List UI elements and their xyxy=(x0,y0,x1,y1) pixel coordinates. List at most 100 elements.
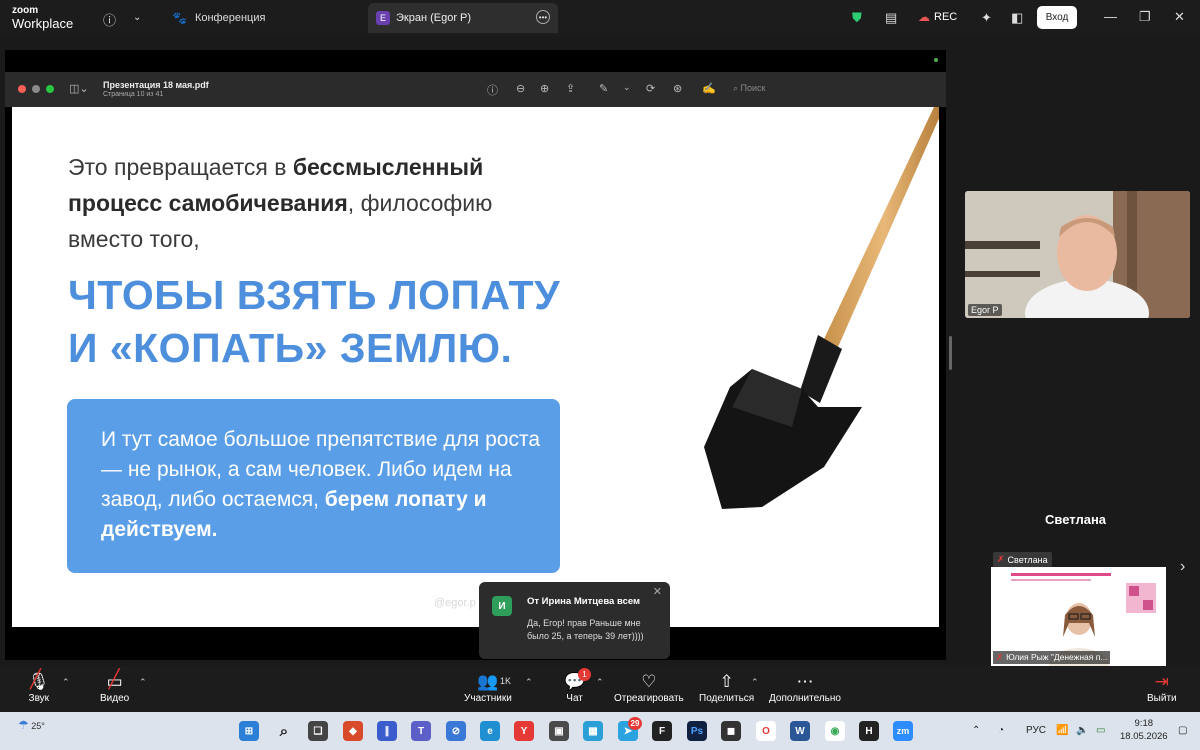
react-button[interactable]: ♡ Отреагировать xyxy=(614,671,684,704)
leave-icon: ⇥ xyxy=(1154,672,1169,691)
task-view-icon[interactable]: ❏ xyxy=(308,721,328,741)
teams-icon[interactable]: T xyxy=(411,721,431,741)
panel-resize-handle[interactable] xyxy=(949,336,952,370)
edge-icon[interactable]: e xyxy=(480,721,500,741)
opera-icon[interactable]: O xyxy=(756,721,776,741)
more-options-icon[interactable]: ••• xyxy=(536,10,550,24)
paw-icon: 🐾 xyxy=(172,11,187,25)
shield-icon[interactable]: ⛊ xyxy=(852,10,862,26)
participants-count: 1K xyxy=(500,676,512,686)
zoom-title-bar: zoom Workplace ⓘ ⌄ 🐾 Конференция E Экран… xyxy=(0,0,1200,36)
info-icon[interactable]: ⓘ xyxy=(103,10,116,29)
notifications-icon[interactable]: ▢ xyxy=(1178,725,1187,736)
rotate-icon[interactable]: ⟳ xyxy=(646,82,655,95)
close-notification-icon[interactable]: ✕ xyxy=(653,585,662,598)
video-tile-egor[interactable]: Egor P xyxy=(965,191,1190,318)
rec-indicator[interactable]: ☁ REC xyxy=(918,10,957,24)
tray-app-icon[interactable]: ◔ xyxy=(998,725,1004,736)
slide-intro-text: Это превращается в бессмысленный процесс… xyxy=(68,154,493,252)
cloud-record-icon: ☁ xyxy=(918,10,930,24)
pdf-search-field[interactable]: ⌕ Поиск xyxy=(733,83,766,94)
meeting-controls-bar xyxy=(0,666,1200,712)
ai-companion-icon[interactable]: ✦ xyxy=(981,10,992,26)
login-button[interactable]: Вход xyxy=(1037,6,1077,29)
window-zoom-dot[interactable] xyxy=(46,85,54,93)
next-page-chevron-icon[interactable]: › xyxy=(1180,558,1185,576)
mic-muted-icon: 🎙 ╱ xyxy=(28,669,50,691)
photoshop-icon[interactable]: Ps xyxy=(687,721,707,741)
chat-button[interactable]: 💬 1 Чат xyxy=(564,668,591,704)
chrome-icon[interactable]: ◉ xyxy=(825,721,845,741)
presentation-slide: Это превращается в бессмысленный процесс… xyxy=(12,107,939,627)
telegram-icon[interactable]: ➤ 29 xyxy=(618,717,642,741)
weather-icon: ☂ xyxy=(18,718,29,732)
pdf-title: Презентация 18 мая.pdf xyxy=(103,80,209,90)
chat-icon: 💬 1 xyxy=(564,668,591,693)
shovel-illustration xyxy=(704,107,939,509)
telegram-badge: 29 xyxy=(628,717,642,730)
slide-footer-handle: @egor.p xyxy=(434,597,476,609)
slide-headline: ЧТОБЫ ВЗЯТЬ ЛОПАТУ И «КОПАТЬ» ЗЕМЛЮ. xyxy=(68,272,561,371)
notes-icon[interactable]: ▤ xyxy=(885,10,897,26)
audio-options-caret[interactable]: ⌃ xyxy=(62,677,70,688)
leave-button[interactable]: ⇥ Выйти xyxy=(1147,671,1177,704)
chevron-down-icon[interactable]: ⌄ xyxy=(623,82,631,93)
tab-screen-share[interactable]: E Экран (Egor P) ••• xyxy=(368,3,558,33)
share-screen-button[interactable]: ⇧ Поделиться xyxy=(699,671,754,704)
app-icon-dark[interactable]: ▣ xyxy=(549,721,569,741)
zoom-in-icon[interactable]: ⊕ xyxy=(540,82,549,95)
taskbar-clock[interactable]: 9:18 18.05.2026 xyxy=(1120,717,1168,743)
volume-icon[interactable]: 🔈 xyxy=(1076,725,1088,736)
yandex-browser-icon[interactable]: Y xyxy=(514,721,534,741)
weather-widget[interactable]: ☂ 25° xyxy=(18,718,45,732)
window-minimize-dot[interactable] xyxy=(32,85,40,93)
windows-taskbar: ☂ 25° ⊞ ⌕ ❏ ◆ ∥ T ⊘ e Y ▣ ▦ ➤ 29 F Ps ◼ O… xyxy=(0,712,1200,750)
search-icon[interactable]: ⌕ xyxy=(274,721,294,741)
restore-icon[interactable]: ❐ xyxy=(1139,9,1151,25)
mic-muted-icon: ✗ xyxy=(996,652,1004,662)
notification-message: Да, Егор! прав Раньше мне было 25, а теп… xyxy=(527,618,644,641)
annotate-icon[interactable]: ⊛ xyxy=(673,82,682,95)
zoom-taskbar-icon[interactable]: zm xyxy=(893,721,913,741)
signature-icon: ✍ xyxy=(702,83,716,95)
markup-pen-icon[interactable]: ✎ xyxy=(599,82,608,95)
share-options-caret[interactable]: ⌃ xyxy=(751,677,759,688)
zoom-out-icon[interactable]: ⊖ xyxy=(516,82,525,95)
chat-notification[interactable]: ✕ И От Ирина Митцева всем Да, Егор! прав… xyxy=(479,582,670,659)
start-windows-icon[interactable]: ⊞ xyxy=(239,721,259,741)
figma-icon[interactable]: F xyxy=(652,721,672,741)
sidebar-toggle-icon[interactable]: ◫⌄ xyxy=(69,82,89,95)
chevron-down-icon[interactable]: ⌄ xyxy=(133,12,141,23)
mic-muted-icon: ✗ xyxy=(997,554,1005,564)
participants-options-caret[interactable]: ⌃ xyxy=(525,677,533,688)
info-icon[interactable]: ⓘ xyxy=(487,82,498,98)
video-tile-yulia[interactable]: ✗ Юлия Рыж "Денежная п... xyxy=(991,567,1166,666)
battery-icon[interactable]: ▭ xyxy=(1096,725,1105,736)
tab-conference[interactable]: 🐾 Конференция xyxy=(166,4,362,32)
audio-button[interactable]: 🎙 ╱ Звук xyxy=(28,669,50,704)
participants-icon: 👥 xyxy=(477,672,499,691)
chat-options-caret[interactable]: ⌃ xyxy=(596,677,604,688)
app-icon-no[interactable]: ⊘ xyxy=(446,721,466,741)
share-icon[interactable]: ⇪ xyxy=(566,82,575,95)
more-button[interactable]: ⋯ Дополнительно xyxy=(769,671,841,704)
store-icon[interactable]: ▦ xyxy=(583,721,603,741)
notification-sender: От Ирина Митцева всем xyxy=(527,596,641,607)
heart-icon: ♡ xyxy=(641,672,657,691)
app-icon-h[interactable]: H xyxy=(859,721,879,741)
video-button[interactable]: ▭ ╱ Видео xyxy=(100,669,129,704)
pdf-viewer-toolbar: ◫⌄ Презентация 18 мая.pdf Страница 10 из… xyxy=(5,72,946,107)
view-layout-icon[interactable]: ◧ xyxy=(1011,10,1023,26)
svetlana-name-tag: ✗ Светлана xyxy=(993,552,1052,567)
video-options-caret[interactable]: ⌃ xyxy=(139,677,147,688)
tray-chevron-up-icon[interactable]: ⌃ xyxy=(972,725,980,736)
language-indicator[interactable]: РУС xyxy=(1026,725,1046,736)
wifi-icon[interactable]: 📶 xyxy=(1056,725,1068,736)
app-icon-blue[interactable]: ∥ xyxy=(377,721,397,741)
minimize-icon[interactable]: — xyxy=(1104,9,1117,24)
close-icon[interactable]: ✕ xyxy=(1174,9,1185,25)
app-icon-black[interactable]: ◼ xyxy=(721,721,741,741)
window-close-dot[interactable] xyxy=(18,85,26,93)
word-icon[interactable]: W xyxy=(790,721,810,741)
app-icon-red[interactable]: ◆ xyxy=(343,721,363,741)
